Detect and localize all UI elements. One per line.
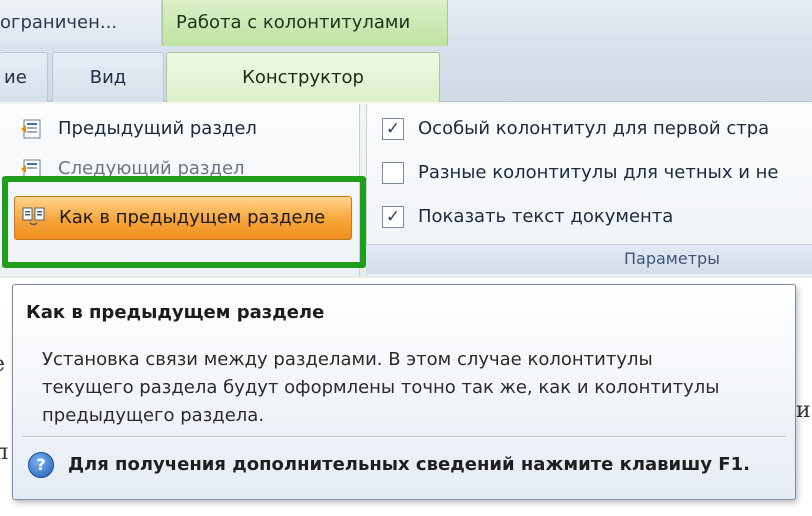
first-page-option: Особый колонтитул для первой стра — [418, 118, 769, 139]
contextual-tab-header-label: Работа с колонтитулами — [176, 12, 411, 33]
options-group-footer — [366, 244, 812, 274]
previous-section-icon — [20, 118, 44, 140]
screen-tip-divider — [22, 436, 786, 438]
odd-even-label: Разные колонтитулы для четных и не — [418, 162, 779, 183]
document-text-fragment: и — [796, 398, 811, 423]
screen-tip-help-text: Для получения дополнительных сведений на… — [68, 454, 750, 475]
checkmark-icon: ✓ — [385, 207, 401, 227]
tab-design[interactable]: Конструктор — [166, 52, 440, 104]
tab-home-label: ие — [4, 67, 27, 88]
tab-view-label: Вид — [89, 67, 127, 88]
highlight-frame — [2, 176, 366, 268]
contextual-tab-header: Работа с колонтитулами — [162, 0, 448, 46]
document-text-fragment: е — [0, 352, 5, 377]
previous-section-label: Предыдущий раздел — [58, 118, 257, 139]
help-icon: ? — [28, 452, 54, 478]
tab-home-fragment[interactable]: ие — [0, 52, 48, 102]
first-page-label: Особый колонтитул для первой стра — [418, 118, 770, 139]
screen-tip-description: Установка связи между разделами. В этом … — [42, 349, 720, 426]
first-page-checkbox[interactable]: ✓ — [382, 118, 404, 140]
screen-tip-title: Как в предыдущем разделе — [26, 302, 325, 323]
odd-even-checkbox[interactable] — [382, 162, 404, 184]
odd-even-option: Разные колонтитулы для четных и не — [418, 162, 778, 183]
show-doc-text-label: Показать текст документа — [418, 206, 674, 227]
show-doc-text-checkbox[interactable]: ✓ — [382, 206, 404, 228]
tab-restrict-label: ограничен... — [0, 12, 118, 33]
document-text-fragment: п — [0, 440, 9, 465]
tab-view[interactable]: Вид — [52, 52, 164, 102]
show-doc-text-option: Показать текст документа — [418, 206, 673, 227]
checkmark-icon: ✓ — [385, 119, 401, 139]
options-group-label: Параметры — [624, 249, 720, 268]
previous-section-button[interactable]: Предыдущий раздел — [58, 118, 257, 139]
options-group-title: Параметры — [624, 249, 720, 268]
tab-restrict-truncated[interactable]: ограничен... — [0, 0, 162, 46]
tab-design-label: Конструктор — [242, 67, 364, 88]
